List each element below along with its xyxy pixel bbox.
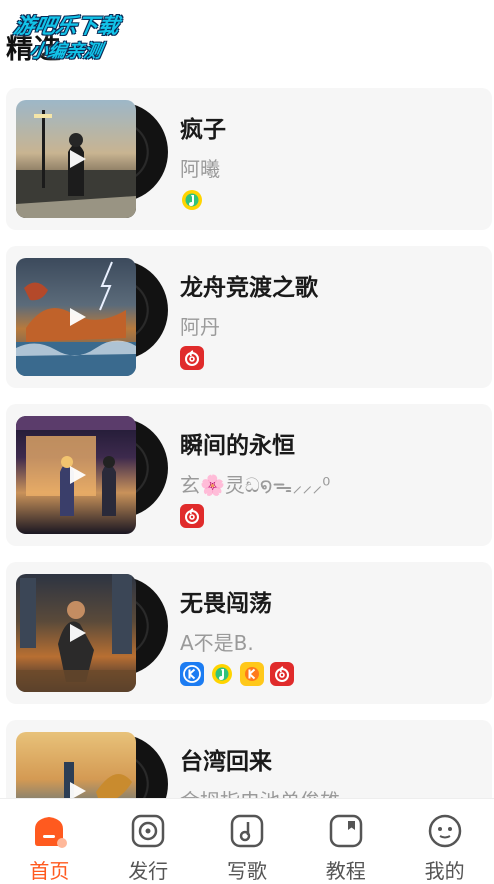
song-title: 瞬间的永恒 [180, 433, 295, 459]
watermark-logo: 游吧乐下载 小编亲测 [11, 10, 154, 66]
play-icon[interactable] [70, 150, 86, 168]
song-title: 龙舟竞渡之歌 [180, 275, 318, 301]
song-artist: 阿丹 [180, 315, 220, 339]
tab-release[interactable]: 发行 [99, 799, 198, 884]
album-cover[interactable] [16, 416, 136, 534]
netease-music-icon [180, 346, 204, 370]
header: 精选 游吧乐下载 小编亲测 [0, 0, 494, 80]
play-icon[interactable] [70, 466, 86, 484]
bottom-tab-bar: 首页 发行 写歌 教程 我的 [0, 798, 494, 884]
song-title: 疯子 [180, 117, 226, 143]
play-icon[interactable] [70, 624, 86, 642]
tab-label: 首页 [29, 859, 70, 883]
platform-badges [180, 188, 204, 212]
album-cover[interactable] [16, 574, 136, 692]
tab-profile[interactable]: 我的 [395, 799, 494, 884]
song-title: 台湾回来 [180, 749, 272, 775]
album-cover[interactable] [16, 258, 136, 376]
music-note-icon [230, 814, 264, 848]
book-icon [329, 814, 363, 848]
song-card[interactable]: 无畏闯荡 A不是B. [6, 562, 492, 704]
platform-badges [180, 346, 204, 370]
platform-badges [180, 504, 204, 528]
song-artist: 玄🌸灵ඩ໑ᯓ⸝⸝⸝⁰ [180, 473, 331, 497]
netease-music-icon [180, 504, 204, 528]
tab-write-song[interactable]: 写歌 [198, 799, 297, 884]
qq-music-icon [210, 662, 234, 686]
tab-label: 发行 [128, 859, 169, 883]
qq-music-icon [180, 188, 204, 212]
song-artist: 阿曦 [180, 157, 220, 181]
tab-tutorial[interactable]: 教程 [296, 799, 395, 884]
play-icon[interactable] [70, 308, 86, 326]
song-card[interactable]: 龙舟竞渡之歌 阿丹 [6, 246, 492, 388]
tab-home[interactable]: 首页 [0, 799, 99, 884]
song-card[interactable]: 瞬间的永恒 玄🌸灵ඩ໑ᯓ⸝⸝⸝⁰ [6, 404, 492, 546]
tab-label: 教程 [325, 859, 366, 883]
album-cover[interactable] [16, 100, 136, 218]
song-title: 无畏闯荡 [180, 591, 272, 617]
tab-label: 我的 [424, 859, 465, 883]
platform-badges [180, 662, 294, 686]
tab-label: 写歌 [226, 859, 267, 883]
song-artist: A不是B. [180, 631, 254, 655]
vinyl-icon [131, 814, 165, 848]
song-card[interactable]: 疯子 阿曦 [6, 88, 492, 230]
netease-music-icon [270, 662, 294, 686]
kugou-icon [180, 662, 204, 686]
face-icon [428, 814, 461, 848]
home-icon [35, 817, 68, 848]
kuwo-icon [240, 662, 264, 686]
watermark-line2: 小编亲测 [27, 41, 104, 62]
watermark-line1: 游吧乐下载 [11, 14, 121, 38]
